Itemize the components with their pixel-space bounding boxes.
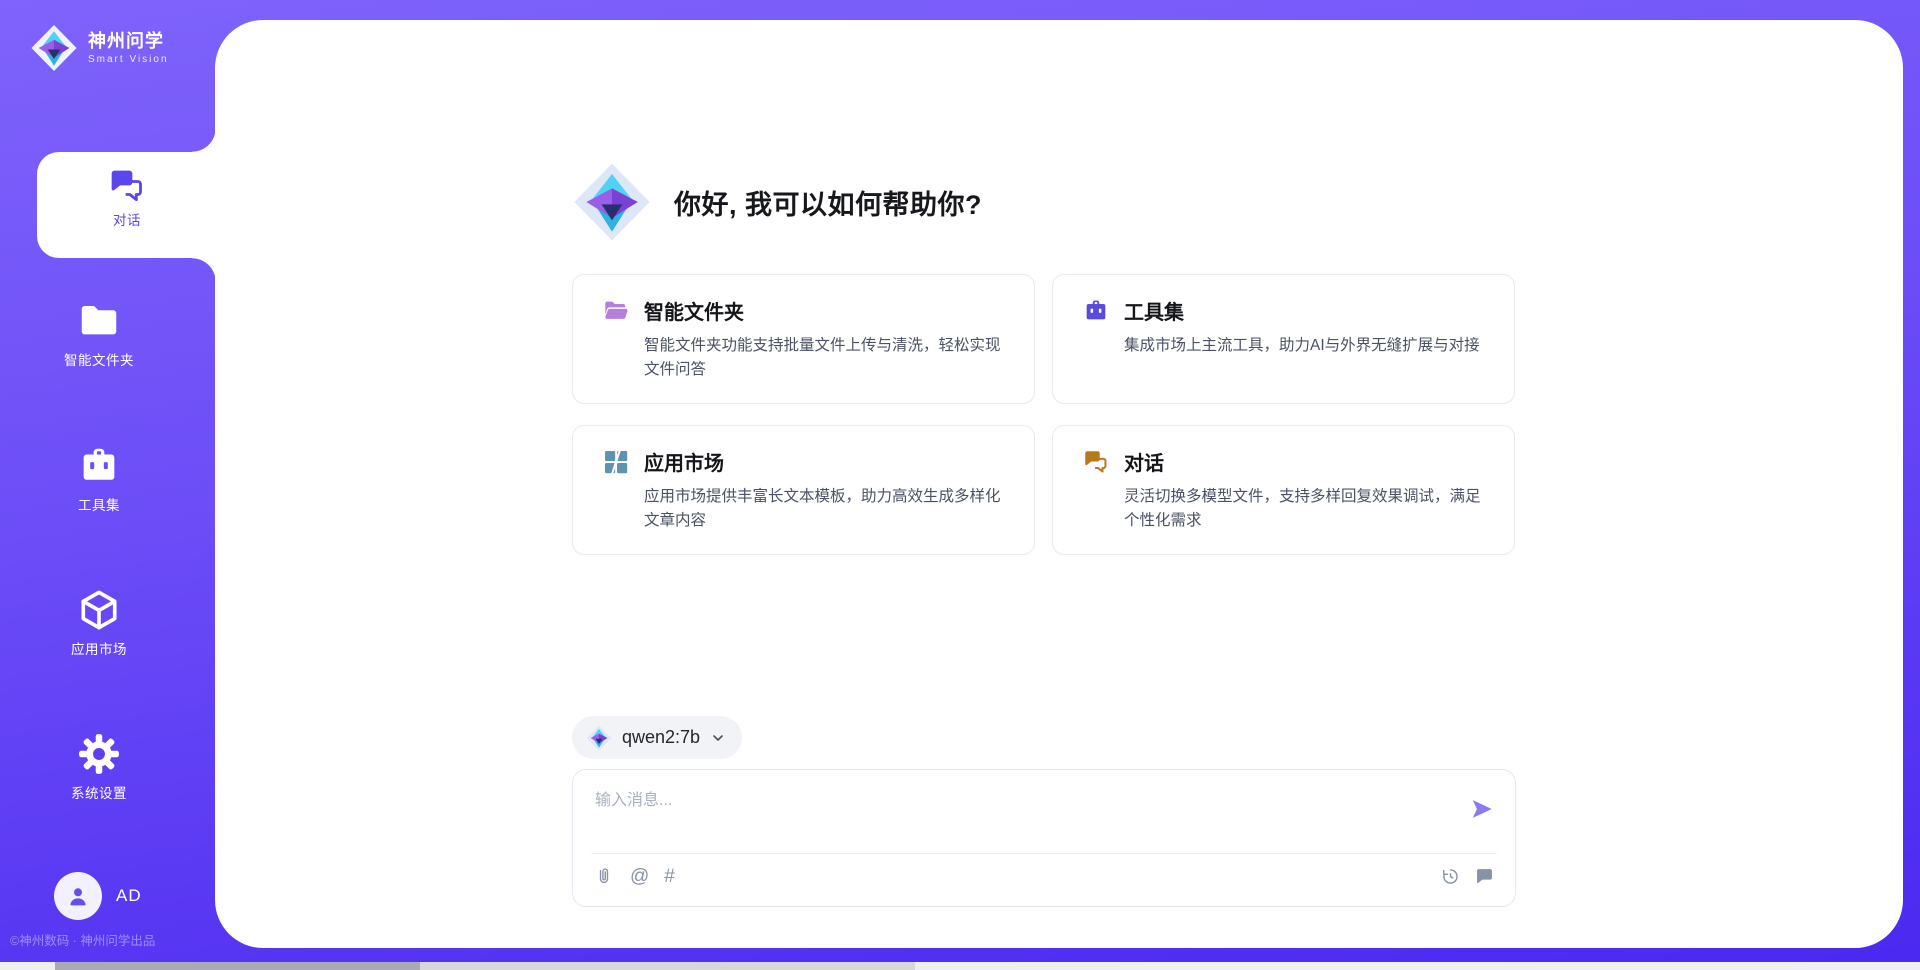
composer-tools-right	[1440, 866, 1495, 887]
user-row: AD	[54, 872, 142, 920]
composer-divider	[591, 853, 1497, 854]
person-icon	[64, 882, 92, 910]
gem-logo-icon	[30, 24, 78, 72]
card-description: 灵活切换多模型文件，支持多样回复效果调试，满足个性化需求	[1124, 485, 1492, 533]
sidebar-item-toolset[interactable]: 工具集	[0, 443, 198, 514]
card-title: 应用市场	[644, 447, 724, 476]
gem-logo-icon	[572, 162, 652, 242]
composer-tools-left: @ #	[593, 866, 675, 888]
sidebar-item-label: 系统设置	[0, 782, 198, 802]
user-initials: AD	[116, 886, 142, 906]
scrollbar-thumb[interactable]	[55, 962, 420, 970]
sidebar-item-label: 智能文件夹	[0, 349, 198, 369]
history-icon[interactable]	[1440, 866, 1461, 887]
greeting-title: 你好, 我可以如何帮助你?	[674, 183, 982, 222]
folder-icon	[76, 298, 122, 344]
sidebar-item-label: 工具集	[0, 494, 198, 514]
tab-fillet-top	[192, 128, 216, 152]
gem-logo-icon	[586, 725, 612, 751]
sidebar-item-chat[interactable]: 对话	[37, 152, 217, 258]
sidebar-item-label: 应用市场	[0, 638, 198, 658]
card-title: 对话	[1124, 447, 1164, 476]
model-name: qwen2:7b	[622, 727, 700, 748]
card-chat[interactable]: 对话 灵活切换多模型文件，支持多样回复效果调试，满足个性化需求	[1052, 425, 1515, 555]
app-market-icon	[602, 448, 630, 476]
sidebar-item-label: 对话	[37, 209, 217, 229]
avatar[interactable]	[54, 872, 102, 920]
card-title: 智能文件夹	[644, 296, 744, 325]
sidebar-item-app-market[interactable]: 应用市场	[0, 587, 198, 658]
brand-name: 神州问学	[88, 31, 169, 53]
model-selector[interactable]: qwen2:7b	[572, 716, 742, 759]
card-toolset[interactable]: 工具集 集成市场上主流工具，助力AI与外界无缝扩展与对接	[1052, 274, 1515, 404]
folder-open-icon	[602, 297, 630, 325]
briefcase-icon	[1082, 297, 1110, 325]
app-window: 神州问学 Smart Vision 对话 智能文件夹 工具集	[0, 0, 1920, 970]
chevron-down-icon	[710, 730, 726, 746]
chat-icon	[1082, 448, 1110, 476]
card-description: 集成市场上主流工具，助力AI与外界无缝扩展与对接	[1124, 334, 1492, 358]
tab-fillet-bottom	[192, 258, 216, 282]
card-title: 工具集	[1124, 296, 1184, 325]
briefcase-icon	[76, 443, 122, 489]
sidebar-item-smart-folder[interactable]: 智能文件夹	[0, 298, 198, 369]
copyright-footer: ©神州数码 · 神州问学出品	[10, 930, 155, 949]
hashtag-icon[interactable]: #	[664, 866, 675, 888]
chat-icon	[107, 166, 147, 206]
brand-subtitle: Smart Vision	[88, 54, 169, 65]
sidebar-item-settings[interactable]: 系统设置	[0, 731, 198, 802]
mention-icon[interactable]: @	[630, 866, 649, 888]
card-app-market[interactable]: 应用市场 应用市场提供丰富长文本模板，助力高效生成多样化文章内容	[572, 425, 1035, 555]
brand-logo: 神州问学 Smart Vision	[30, 24, 169, 72]
cube-icon	[76, 587, 122, 633]
gear-icon	[76, 731, 122, 777]
message-input[interactable]	[593, 784, 1437, 844]
message-composer: @ #	[572, 769, 1516, 907]
chat-bubble-icon[interactable]	[1474, 866, 1495, 887]
card-description: 智能文件夹功能支持批量文件上传与清洗，轻松实现文件问答	[644, 334, 1012, 382]
send-icon[interactable]	[1469, 796, 1495, 822]
horizontal-scrollbar[interactable]	[0, 962, 1920, 970]
scrollbar-segment	[420, 962, 915, 970]
card-description: 应用市场提供丰富长文本模板，助力高效生成多样化文章内容	[644, 485, 1012, 533]
card-smart-folder[interactable]: 智能文件夹 智能文件夹功能支持批量文件上传与清洗，轻松实现文件问答	[572, 274, 1035, 404]
attachment-icon[interactable]	[593, 866, 615, 888]
greeting-block: 你好, 我可以如何帮助你?	[572, 162, 982, 242]
feature-cards: 智能文件夹 智能文件夹功能支持批量文件上传与清洗，轻松实现文件问答 工具集 集成…	[572, 274, 1515, 555]
